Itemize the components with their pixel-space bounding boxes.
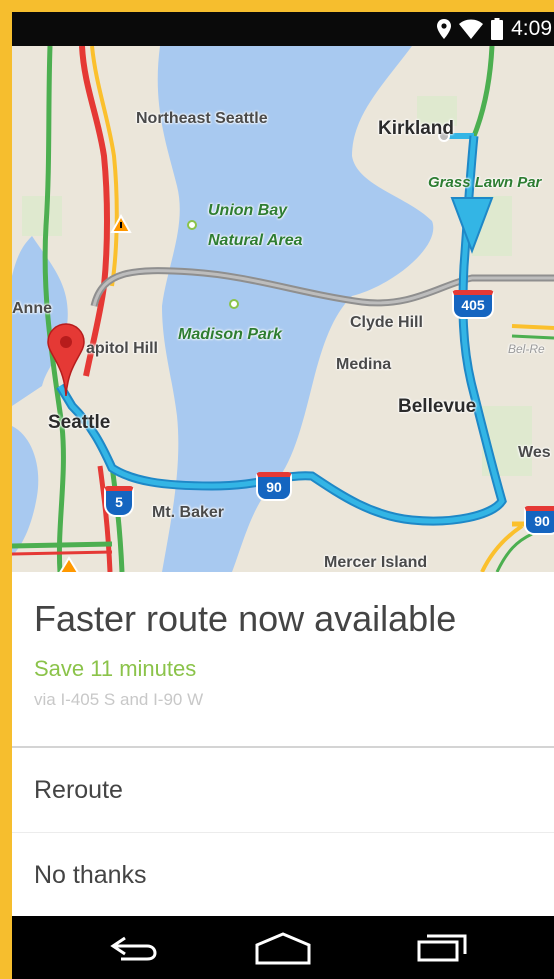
reroute-sheet: Faster route now available Save 11 minut… <box>12 572 554 916</box>
home-button[interactable] <box>228 916 338 979</box>
map-view[interactable]: 405 90 90 5 Northeast Seattle Kirkland G… <box>12 46 554 572</box>
map-label: Wes <box>518 444 551 461</box>
no-thanks-button-label: No thanks <box>34 860 147 889</box>
route-via: via I-405 S and I-90 W <box>34 690 204 709</box>
status-bar: 4:09 <box>12 12 554 46</box>
location-pin-icon <box>437 19 452 39</box>
navigation-bar <box>12 916 554 979</box>
recent-apps-button[interactable] <box>386 916 496 979</box>
reroute-button-label: Reroute <box>34 775 123 804</box>
map-label: Mercer Island <box>324 554 428 571</box>
no-thanks-button[interactable]: No thanks <box>12 833 554 917</box>
map-label: Bellevue <box>398 396 477 417</box>
i90-shield: 90 <box>256 472 292 501</box>
i405-shield: 405 <box>452 290 494 319</box>
map-label: Kirkland <box>378 118 455 139</box>
recent-apps-icon <box>417 934 467 961</box>
back-icon <box>110 936 157 960</box>
time-savings: Save 11 minutes <box>34 656 197 681</box>
home-icon <box>255 931 311 964</box>
battery-icon <box>491 18 504 40</box>
map-label: Union Bay <box>208 202 288 219</box>
back-button[interactable] <box>78 916 188 979</box>
map-label: Clyde Hill <box>350 314 423 331</box>
map-label: apitol Hill <box>86 340 158 357</box>
i90-shield-label: 90 <box>534 513 550 529</box>
map-label: Seattle <box>48 412 111 433</box>
map-label: Grass Lawn Par <box>428 174 542 191</box>
i90-shield-label: 90 <box>266 479 282 495</box>
reroute-button[interactable]: Reroute <box>12 748 554 832</box>
map-label: Anne <box>12 300 52 317</box>
map-label: Mt. Baker <box>152 504 225 521</box>
status-icons: 4:09 <box>437 12 554 46</box>
map-label: Northeast Seattle <box>136 110 268 127</box>
map-label: Madison Park <box>178 326 283 343</box>
sheet-title: Faster route now available <box>34 598 457 639</box>
i90-shield: 90 <box>524 506 554 535</box>
clock: 4:09 <box>511 17 552 40</box>
phone-screen: 4:09 405 90 90 5 Northeast Seattle Kirkl… <box>12 12 554 979</box>
map-label: Natural Area <box>208 232 303 249</box>
map-label: Bel-Re <box>508 342 545 356</box>
i5-shield: 5 <box>104 486 134 517</box>
i5-shield-label: 5 <box>115 494 123 510</box>
i405-shield-label: 405 <box>461 297 485 313</box>
map-label: Medina <box>336 356 392 373</box>
wifi-icon <box>459 19 484 39</box>
